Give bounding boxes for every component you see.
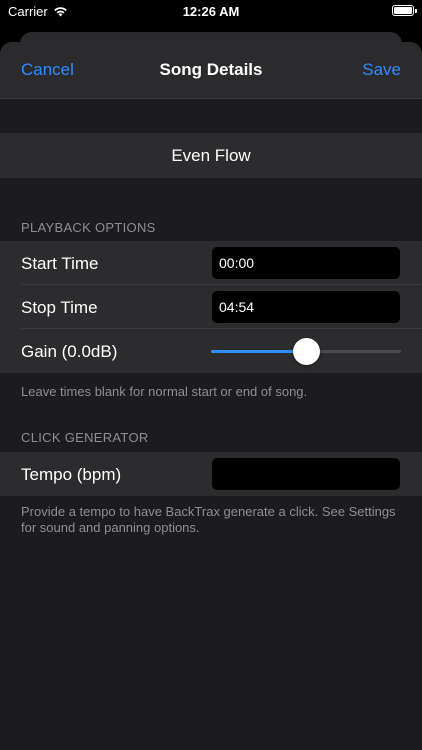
click-generator-header: CLICK GENERATOR — [21, 430, 149, 445]
gain-label: Gain (0.0dB) — [21, 342, 118, 361]
clock: 12:26 AM — [182, 4, 240, 19]
slider-fill — [211, 350, 306, 353]
playback-options-header: PLAYBACK OPTIONS — [21, 220, 156, 235]
save-button[interactable]: Save — [362, 60, 401, 80]
status-bar: Carrier 12:26 AM — [0, 0, 422, 26]
song-title: Even Flow — [171, 145, 251, 165]
navigation-bar: Cancel Song Details Save — [0, 42, 422, 99]
stop-time-row: Stop Time 04:54 — [0, 285, 422, 329]
start-time-label: Start Time — [21, 254, 99, 273]
song-title-cell: Even Flow — [0, 133, 422, 178]
gain-slider[interactable] — [211, 338, 401, 365]
start-time-row: Start Time 00:00 — [0, 241, 422, 285]
slider-thumb[interactable] — [292, 338, 320, 365]
tempo-field[interactable] — [212, 458, 400, 490]
stop-time-field[interactable]: 04:54 — [212, 291, 400, 323]
click-generator-group: Tempo (bpm) — [0, 452, 422, 496]
start-time-field[interactable]: 00:00 — [212, 247, 400, 279]
page-title: Song Details — [159, 60, 263, 79]
stop-time-label: Stop Time — [21, 298, 98, 317]
playback-options-group: Start Time 00:00 Stop Time 04:54 Gain (0… — [0, 241, 422, 373]
battery-icon — [392, 5, 417, 16]
tempo-row: Tempo (bpm) — [0, 452, 422, 496]
click-footer-note: Provide a tempo to have BackTrax generat… — [21, 504, 396, 535]
playback-footer-note: Leave times blank for normal start or en… — [21, 384, 308, 399]
gain-row: Gain (0.0dB) — [0, 329, 422, 373]
tempo-label: Tempo (bpm) — [21, 465, 122, 484]
song-details-sheet: Cancel Song Details Save Even Flow PLAYB… — [0, 42, 422, 750]
